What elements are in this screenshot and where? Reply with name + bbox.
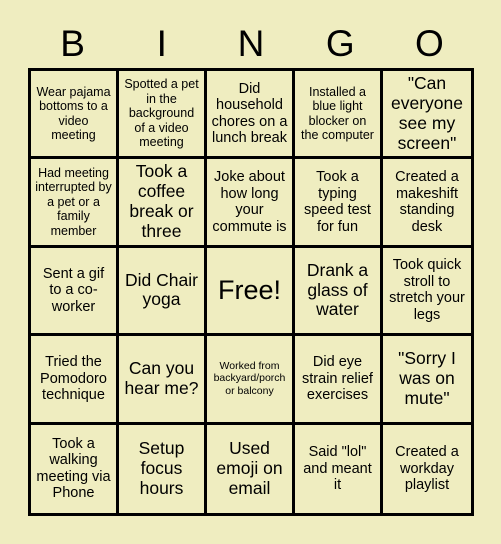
bingo-cell-label: Can you hear me? (124, 357, 199, 398)
bingo-grid: Wear pajama bottoms to a video meeting Sp… (28, 68, 474, 516)
bingo-cell[interactable]: Drank a glass of water (295, 247, 383, 337)
bingo-cell[interactable]: Took a walking meeting via Phone (31, 424, 119, 513)
bingo-cell-label: Worked from backyard/porch or balcony (213, 359, 286, 398)
bingo-cell-label: Wear pajama bottoms to a video meeting (36, 84, 111, 143)
bingo-cell[interactable]: Used emoji on email (207, 424, 295, 513)
bingo-cell[interactable]: Sent a gif to a co-worker (31, 247, 119, 337)
bingo-cell[interactable]: Wear pajama bottoms to a video meeting (31, 71, 119, 160)
bingo-cell-label: Installed a blue light blocker on the co… (301, 84, 374, 143)
bingo-cell[interactable]: Created a workday playlist (383, 424, 471, 513)
header-letter-b: B (60, 23, 85, 64)
bingo-cell-label: Took a typing speed test for fun (304, 169, 371, 235)
bingo-cell-label: Did eye strain relief exercises (302, 354, 373, 404)
bingo-cell-label: Took quick stroll to stretch your legs (389, 257, 465, 323)
bingo-cell-label: Did Chair yoga (125, 269, 198, 310)
bingo-cell-label: Sent a gif to a co-worker (42, 265, 105, 315)
bingo-cell-label: "Sorry I was on mute" (398, 347, 456, 408)
bingo-cell[interactable]: Took a typing speed test for fun (295, 159, 383, 248)
bingo-cell[interactable]: Did eye strain relief exercises (295, 336, 383, 425)
bingo-cell[interactable]: Did household chores on a lunch break (207, 71, 295, 160)
header-letter-n: N (237, 23, 265, 64)
bingo-cell[interactable]: Said "lol" and meant it (295, 424, 383, 513)
bingo-cell[interactable]: Created a makeshift standing desk (383, 159, 471, 248)
bingo-cell[interactable]: Had meeting interrupted by a pet or a fa… (31, 159, 119, 248)
bingo-cell-label: Took a coffee break or three (129, 161, 194, 242)
bingo-cell-label: Took a walking meeting via Phone (36, 435, 111, 502)
bingo-cell[interactable]: "Can everyone see my screen" (383, 71, 471, 160)
bingo-cell-label: Created a makeshift standing desk (395, 169, 459, 235)
bingo-card: B I N G O Wear pajama bottoms to a video… (0, 0, 501, 544)
bingo-cell[interactable]: Tried the Pomodoro technique (31, 336, 119, 425)
bingo-cell[interactable]: Took quick stroll to stretch your legs (383, 247, 471, 337)
bingo-cell[interactable]: Can you hear me? (119, 336, 207, 425)
bingo-cell[interactable]: "Sorry I was on mute" (383, 336, 471, 425)
bingo-cell[interactable]: Joke about how long your commute is (207, 159, 295, 248)
bingo-cell-label: Tried the Pomodoro technique (40, 354, 107, 404)
bingo-cell[interactable]: Took a coffee break or three (119, 159, 207, 248)
bingo-cell[interactable]: Worked from backyard/porch or balcony (207, 336, 295, 425)
bingo-cell-label: Used emoji on email (216, 437, 283, 498)
bingo-cell-label: Joke about how long your commute is (212, 169, 287, 235)
bingo-cell-label: Created a workday playlist (395, 444, 459, 494)
header-letter-g: G (325, 23, 355, 64)
header-letter-o: O (415, 23, 444, 64)
bingo-free-space-cell[interactable]: Free! (207, 247, 295, 337)
bingo-cell-label: Said "lol" and meant it (303, 444, 372, 494)
bingo-cell[interactable]: Setup focus hours (119, 424, 207, 513)
bingo-cell-label: Had meeting interrupted by a pet or a fa… (35, 165, 112, 238)
header-letter-i: I (156, 23, 167, 64)
bingo-cell-label: "Can everyone see my screen" (391, 72, 463, 153)
bingo-cell[interactable]: Spotted a pet in the background of a vid… (119, 71, 207, 160)
bingo-header-row: B I N G O (28, 19, 474, 68)
bingo-cell-label: Setup focus hours (138, 437, 185, 498)
bingo-cell-label: Did household chores on a lunch break (211, 80, 288, 147)
bingo-cell[interactable]: Installed a blue light blocker on the co… (295, 71, 383, 160)
bingo-free-space-label: Free! (217, 274, 282, 305)
bingo-cell-label: Drank a glass of water (306, 259, 369, 320)
bingo-cell-label: Spotted a pet in the background of a vid… (124, 77, 199, 150)
bingo-cell[interactable]: Did Chair yoga (119, 247, 207, 337)
